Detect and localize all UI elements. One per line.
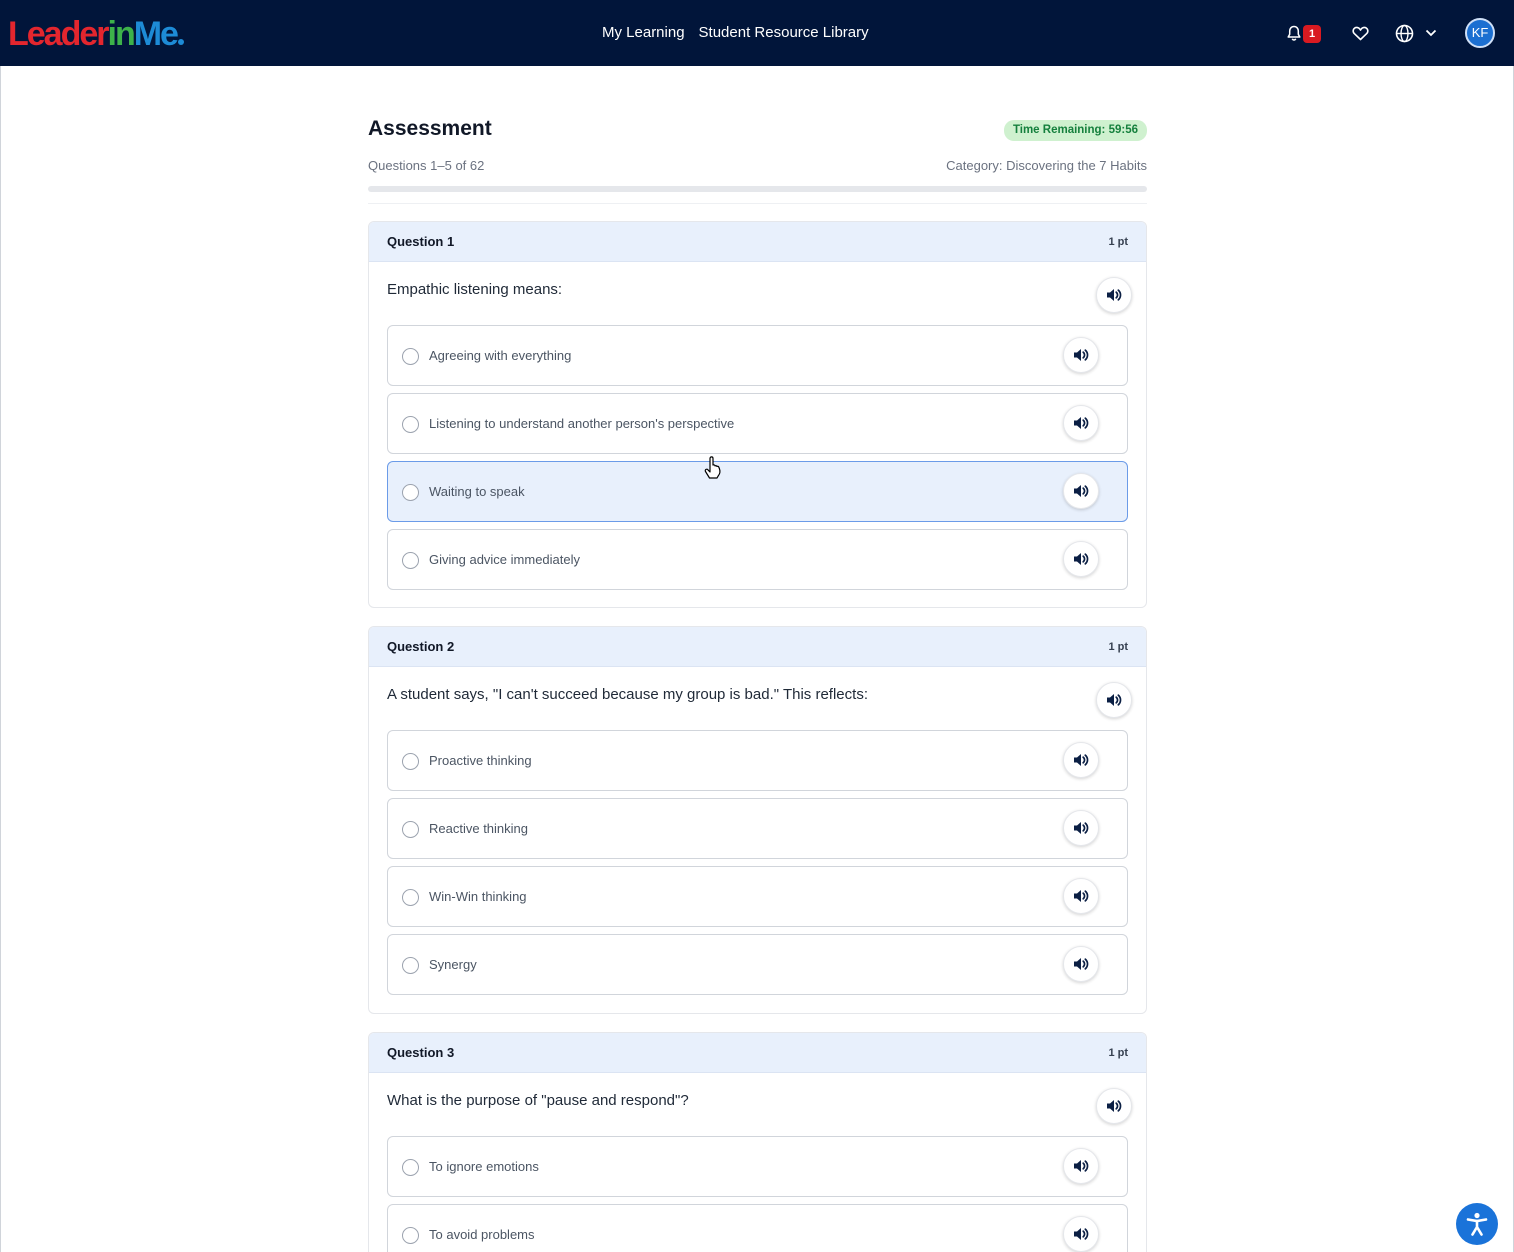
question-header: Question 3 1 pt [369,1033,1146,1073]
option-audio-button[interactable] [1063,405,1099,441]
question-header: Question 2 1 pt [369,627,1146,667]
category-label: Category: Discovering the 7 Habits [946,158,1147,173]
option-audio-button[interactable] [1063,541,1099,577]
question-points: 1 pt [1108,640,1128,653]
question-audio-button[interactable] [1096,277,1132,313]
radio-button[interactable] [402,484,419,501]
nav-student-resource-library[interactable]: Student Resource Library [699,23,869,43]
question-number: Question 2 [387,639,455,654]
answer-option-text: Listening to understand another person's… [429,416,735,431]
radio-button[interactable] [402,348,419,365]
question-number: Question 1 [387,234,455,249]
answer-option[interactable]: Win-Win thinking [387,866,1128,927]
answer-option-text: Proactive thinking [429,753,532,768]
speaker-icon[interactable] [1063,473,1099,509]
chevron-down-icon[interactable] [1420,22,1442,44]
page-border-left [0,66,1,1252]
option-audio-button[interactable] [1063,1216,1099,1252]
option-audio-button[interactable] [1063,337,1099,373]
speaker-icon[interactable] [1063,405,1099,441]
user-avatar[interactable]: KF [1465,18,1495,48]
radio-button[interactable] [402,753,419,770]
speaker-icon[interactable] [1063,946,1099,982]
answer-option-text: To avoid problems [429,1227,535,1242]
radio-button[interactable] [402,889,419,906]
question-points: 1 pt [1108,1046,1128,1059]
option-audio-button[interactable] [1063,878,1099,914]
answer-option-text: Giving advice immediately [429,552,581,567]
option-audio-button[interactable] [1063,1148,1099,1184]
speaker-icon[interactable] [1063,1216,1099,1252]
answer-option[interactable]: Proactive thinking [387,730,1128,791]
time-remaining-badge: Time Remaining: 59:56 [1003,120,1147,141]
radio-button[interactable] [402,1227,419,1244]
question-audio-button[interactable] [1096,682,1132,718]
option-audio-button[interactable] [1063,473,1099,509]
radio-button[interactable] [402,821,419,838]
answer-option-text: Synergy [429,957,477,972]
speaker-icon[interactable] [1096,682,1132,718]
bell-icon[interactable] [1283,22,1305,44]
leader-in-me-logo[interactable]: LeaderinMe [8,14,184,54]
main-nav: My Learning Student Resource Library [602,23,869,43]
question-header: Question 1 1 pt [369,222,1146,262]
answer-option-text: Agreeing with everything [429,348,572,363]
radio-button[interactable] [402,416,419,433]
radio-button[interactable] [402,552,419,569]
answer-option[interactable]: Waiting to speak [387,461,1128,522]
question-text: What is the purpose of "pause and respon… [387,1092,689,1109]
answer-option[interactable]: Reactive thinking [387,798,1128,859]
question-card-1: Question 1 1 pt Empathic listening means… [368,221,1147,608]
accessibility-button[interactable] [1456,1203,1498,1245]
progress-bar [368,186,1147,192]
answer-option-text: Win-Win thinking [429,889,527,904]
nav-my-learning[interactable]: My Learning [602,23,685,43]
answer-option[interactable]: Listening to understand another person's… [387,393,1128,454]
question-points: 1 pt [1108,235,1128,248]
radio-button[interactable] [402,1159,419,1176]
answer-option[interactable]: Agreeing with everything [387,325,1128,386]
globe-icon[interactable] [1393,22,1415,44]
speaker-icon[interactable] [1063,878,1099,914]
question-text: Empathic listening means: [387,281,563,298]
heart-icon[interactable] [1349,22,1371,44]
question-text: A student says, "I can't succeed because… [387,686,868,703]
answer-option[interactable]: Synergy [387,934,1128,995]
option-audio-button[interactable] [1063,742,1099,778]
speaker-icon[interactable] [1096,1088,1132,1124]
accessibility-icon [1466,1212,1488,1236]
divider [368,203,1147,204]
notification-badge: 1 [1303,25,1321,43]
question-audio-button[interactable] [1096,1088,1132,1124]
speaker-icon[interactable] [1063,810,1099,846]
top-navigation-bar: LeaderinMe My Learning Student Resource … [0,0,1514,66]
speaker-icon[interactable] [1063,742,1099,778]
speaker-icon[interactable] [1063,337,1099,373]
hand-cursor-icon [703,456,723,485]
answer-option-text: Reactive thinking [429,821,528,836]
speaker-icon[interactable] [1063,541,1099,577]
page-title: Assessment [368,117,492,140]
question-range: Questions 1–5 of 62 [368,158,485,173]
answer-option-text: To ignore emotions [429,1159,539,1174]
question-card-3: Question 3 1 pt What is the purpose of "… [368,1032,1147,1252]
option-audio-button[interactable] [1063,810,1099,846]
option-audio-button[interactable] [1063,946,1099,982]
question-number: Question 3 [387,1045,455,1060]
question-card-2: Question 2 1 pt A student says, "I can't… [368,626,1147,1014]
speaker-icon[interactable] [1063,1148,1099,1184]
answer-option-text: Waiting to speak [429,484,525,499]
radio-button[interactable] [402,957,419,974]
answer-option[interactable]: To ignore emotions [387,1136,1128,1197]
speaker-icon[interactable] [1096,277,1132,313]
answer-option[interactable]: Giving advice immediately [387,529,1128,590]
answer-option[interactable]: To avoid problems [387,1204,1128,1252]
